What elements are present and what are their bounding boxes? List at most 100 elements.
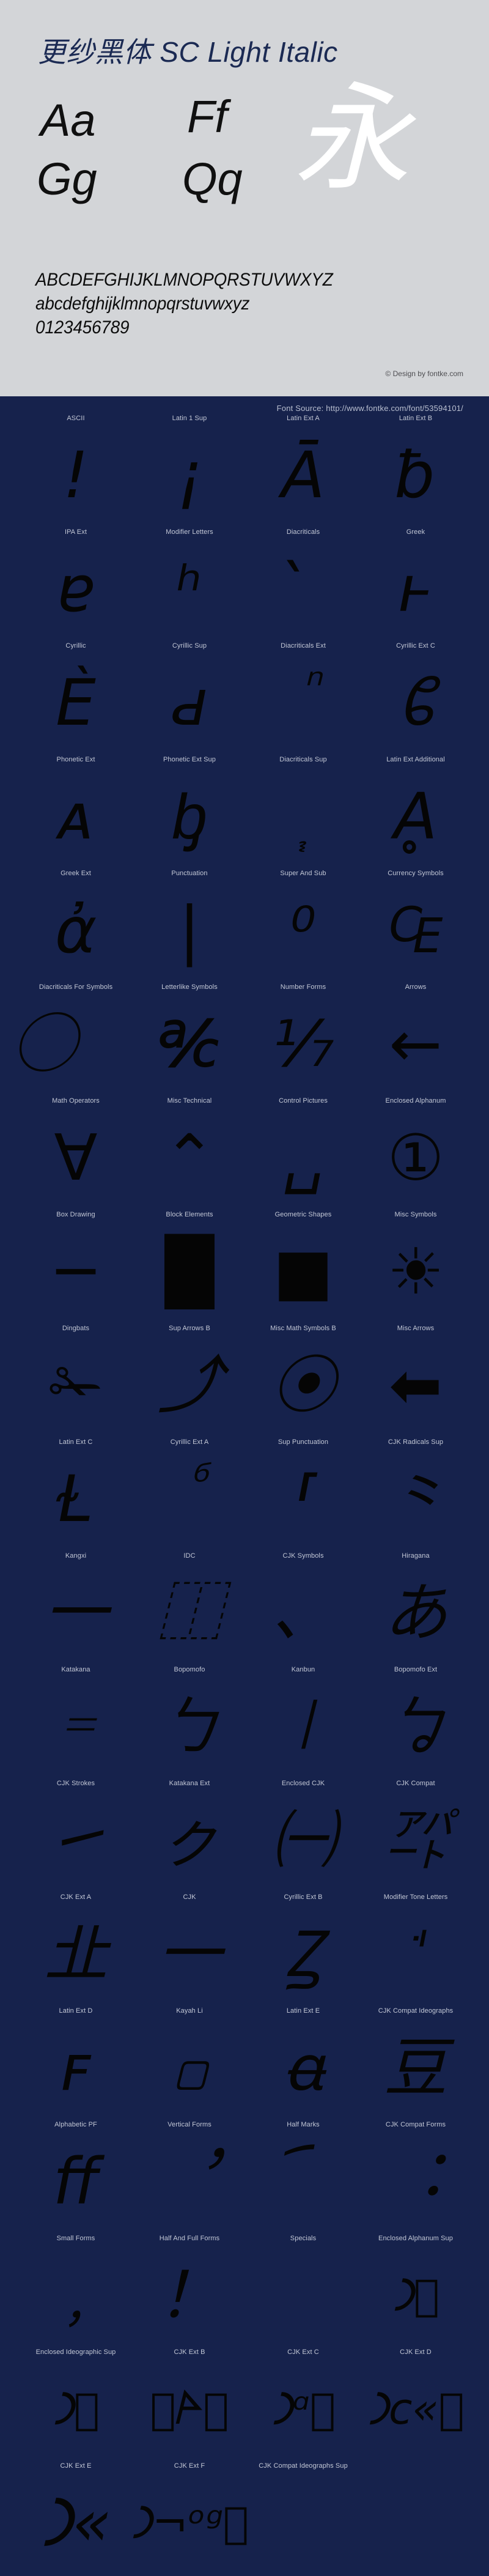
unicode-block-cell[interactable]: Katakana ゠ (15, 1666, 137, 1780)
unicode-block-cell[interactable]: CJK 一 (128, 1893, 251, 2007)
unicode-block-cell[interactable]: Diacriticals̀ (242, 528, 364, 642)
unicode-block-cell[interactable]: Block Elements █ (128, 1211, 251, 1325)
unicode-block-cell[interactable]: CJK Ext C 𐅀ᵅ􀀀 (242, 2348, 364, 2462)
unicode-block-cell[interactable]: Diacriticals Extᷠ (242, 642, 364, 756)
unicode-block-cell[interactable]: Cyrillic Ext C ᲀ (355, 642, 477, 756)
unicode-block-cell[interactable]: Latin Ext B ƀ (355, 415, 477, 528)
unicode-block-glyph: 豆 (383, 2030, 447, 2105)
unicode-block-cell[interactable]: CJK Compat Ideographs 豆 (355, 2007, 477, 2121)
unicode-block-cell[interactable]: Alphabetic PF ﬀ (15, 2121, 137, 2235)
unicode-block-cell[interactable]: CJK Ext E 𐅀« (15, 2462, 137, 2576)
unicode-block-cell[interactable]: Greek ͱ (355, 528, 477, 642)
unicode-block-row: Phonetic Ext ᴀ Phonetic Ext Sup ᶀ Diacritica… (0, 756, 489, 870)
unicode-block-cell[interactable]: IPA Ext ɐ (15, 528, 137, 642)
unicode-block-cell[interactable]: Cyrillic Sup ԁ (128, 642, 251, 756)
unicode-block-cell[interactable]: Enclosed CJK ㈠ (242, 1780, 364, 1893)
unicode-block-row: CJK Strokes ㇀ Katakana Ext ㇰ Enclosed CJK ㈠ CJ… (0, 1780, 489, 1893)
unicode-block-cell[interactable]: Vertical Forms ︐ (128, 2121, 251, 2235)
unicode-block-cell[interactable]: Punctuation | (128, 870, 251, 983)
unicode-block-cell[interactable]: Box Drawing ─ (15, 1211, 137, 1325)
unicode-block-cell[interactable]: Cyrillic Ext B Ꙁ (242, 1893, 364, 2007)
unicode-block-cell[interactable]: Enclosed Ideographic Sup 𐅀􀀀 (15, 2348, 137, 2462)
unicode-block-label: Misc Symbols (394, 1211, 437, 1218)
unicode-block-cell[interactable]: Phonetic Ext Sup ᶀ (128, 756, 251, 870)
unicode-block-cell[interactable]: IDC ⿰ (128, 1552, 251, 1666)
unicode-block-cell[interactable]: Katakana Ext ㇰ (128, 1780, 251, 1893)
unicode-block-cell[interactable]: Latin Ext A Ā (242, 415, 364, 528)
unicode-block-cell[interactable]: Diacriticals Sup᷂ (242, 756, 364, 870)
unicode-block-cell[interactable]: Misc Technical ⌃ (128, 1097, 251, 1211)
unicode-block-label: CJK Compat Ideographs (378, 2007, 454, 2015)
unicode-block-cell[interactable]: Cyrillic Ѐ (15, 642, 137, 756)
unicode-block-cell[interactable]: Half And Full Forms ！ (128, 2235, 251, 2348)
unicode-block-grid: ASCII! Latin 1 Sup ¡ Latin Ext A Ā Latin Ext … (0, 415, 489, 2576)
unicode-block-cell[interactable]: CJK Ext F 𐅀¬ᵒᵍ􀀀 (128, 2462, 251, 2576)
font-source-link[interactable]: Font Source: http://www.fontke.com/font/… (277, 404, 463, 413)
unicode-block-cell[interactable]: Enclosed Alphanum Sup 𐅀􀀀 (355, 2235, 477, 2348)
unicode-block-cell[interactable]: Dingbats ✁ (15, 1325, 137, 1438)
unicode-block-cell[interactable]: Diacriticals For Symbols⃝ (15, 983, 137, 1097)
unicode-block-cell[interactable]: Arrows ← (355, 983, 477, 1097)
unicode-block-cell[interactable]: Number Forms ⅐ (242, 983, 364, 1097)
unicode-block-cell[interactable]: Super And Sub ⁰ (242, 870, 364, 983)
unicode-block-cell[interactable]: Letterlike Symbols ℀ (128, 983, 251, 1097)
unicode-block-glyph: ꤀ (170, 2030, 209, 2105)
unicode-block-cell[interactable]: Enclosed Alphanum ① (355, 1097, 477, 1211)
unicode-block-cell[interactable]: Latin Ext E ꬰ (242, 2007, 364, 2121)
unicode-block-cell[interactable]: Hiragana あ (355, 1552, 477, 1666)
unicode-block-glyph: ← (389, 1007, 443, 1081)
unicode-block-cell[interactable]: Greek Ext ἀ (15, 870, 137, 983)
unicode-block-cell[interactable]: CJK Ext B 􀀀𐊀􀀀 (128, 2348, 251, 2462)
unicode-block-label: Cyrillic Ext A (170, 1438, 209, 1446)
unicode-block-cell[interactable]: Latin Ext Additional Ḁ (355, 756, 477, 870)
unicode-block-cell[interactable]: Sup Punctuation ⸢ (242, 1438, 364, 1552)
unicode-block-cell[interactable]: CJK Ext A 㐀 (15, 1893, 137, 2007)
unicode-block-cell[interactable]: Cyrillic Ext Aⷠ (128, 1438, 251, 1552)
unicode-block-cell[interactable]: Specials￼ (242, 2235, 364, 2348)
unicode-block-cell[interactable]: Modifier Tone Lettersꜗ (355, 1893, 477, 2007)
unicode-block-cell[interactable]: Kanbun ㆐ (242, 1666, 364, 1780)
unicode-block-glyph: 𐅀¬ᵒᵍ􀀀 (130, 2498, 249, 2548)
unicode-block-label: Latin Ext D (59, 2007, 93, 2015)
unicode-block-cell[interactable]: Misc Math Symbols B ⦿ (242, 1325, 364, 1438)
unicode-block-cell[interactable]: Misc Arrows ⬅ (355, 1325, 477, 1438)
unicode-block-row: Dingbats ✁ Sup Arrows B ⤴ Misc Math Symbols … (0, 1325, 489, 1438)
unicode-block-cell[interactable]: Small Forms ﹐ (15, 2235, 137, 2348)
unicode-block-cell[interactable]: Latin 1 Sup ¡ (128, 415, 251, 528)
unicode-block-cell[interactable]: CJK Compat Ideographs Sup (242, 2462, 364, 2576)
unicode-block-row: Box Drawing ─ Block Elements █ Geometric Sha… (0, 1211, 489, 1325)
unicode-block-cell[interactable]: Kangxi ⼀ (15, 1552, 137, 1666)
unicode-block-cell[interactable]: Currency Symbols ₠ (355, 870, 477, 983)
unicode-block-cell[interactable]: Control Pictures ␣ (242, 1097, 364, 1211)
unicode-block-glyph: ꜗ (355, 1902, 477, 2006)
unicode-block-cell[interactable]: Bopomofo ㄅ (128, 1666, 251, 1780)
unicode-block-glyph: ︓ (383, 2144, 447, 2219)
unicode-block-glyph: Ā (281, 438, 325, 513)
unicode-block-glyph: ︠ (242, 2130, 364, 2234)
unicode-block-cell[interactable]: Phonetic Ext ᴀ (15, 756, 137, 870)
unicode-block-cell[interactable]: Half Marks︠ (242, 2121, 364, 2235)
unicode-block-cell[interactable]: Kayah Li ꤀ (128, 2007, 251, 2121)
unicode-block-cell[interactable]: CJK Radicals Sup ⺀ (355, 1438, 477, 1552)
unicode-block-cell[interactable]: CJK Symbols 、 (242, 1552, 364, 1666)
unicode-block-cell[interactable]: Latin Ext D ꜰ (15, 2007, 137, 2121)
unicode-block-glyph: █ (165, 1234, 214, 1309)
unicode-block-cell[interactable]: Latin Ext C Ɫ (15, 1438, 137, 1552)
unicode-block-cell[interactable]: Sup Arrows B ⤴ (128, 1325, 251, 1438)
unicode-block-cell[interactable]: Bopomofo Ext ㆠ (355, 1666, 477, 1780)
unicode-block-glyph: ⃝ (15, 992, 137, 1096)
unicode-block-label: Diacriticals For Symbols (39, 983, 113, 991)
unicode-block-glyph: ᶀ (172, 779, 207, 854)
unicode-block-glyph: ㌀ (383, 1803, 447, 1878)
unicode-block-cell[interactable]: CJK Strokes ㇀ (15, 1780, 137, 1893)
unicode-block-glyph: ㈠ (271, 1803, 335, 1878)
unicode-block-cell[interactable]: Misc Symbols ☀ (355, 1211, 477, 1325)
unicode-block-cell[interactable]: CJK Ext D 𐅀ᴄ«􀀀 (355, 2348, 477, 2462)
unicode-block-label: Enclosed Ideographic Sup (35, 2348, 116, 2356)
unicode-block-cell[interactable]: Math Operators ∀ (15, 1097, 137, 1211)
unicode-block-cell[interactable]: Modifier Letters ʰ (128, 528, 251, 642)
unicode-block-cell[interactable]: CJK Compat Forms ︓ (355, 2121, 477, 2235)
unicode-block-cell[interactable]: Geometric Shapes ■ (242, 1211, 364, 1325)
unicode-block-cell[interactable]: CJK Compat ㌀ (355, 1780, 477, 1893)
unicode-block-cell[interactable]: ASCII! (15, 415, 137, 528)
